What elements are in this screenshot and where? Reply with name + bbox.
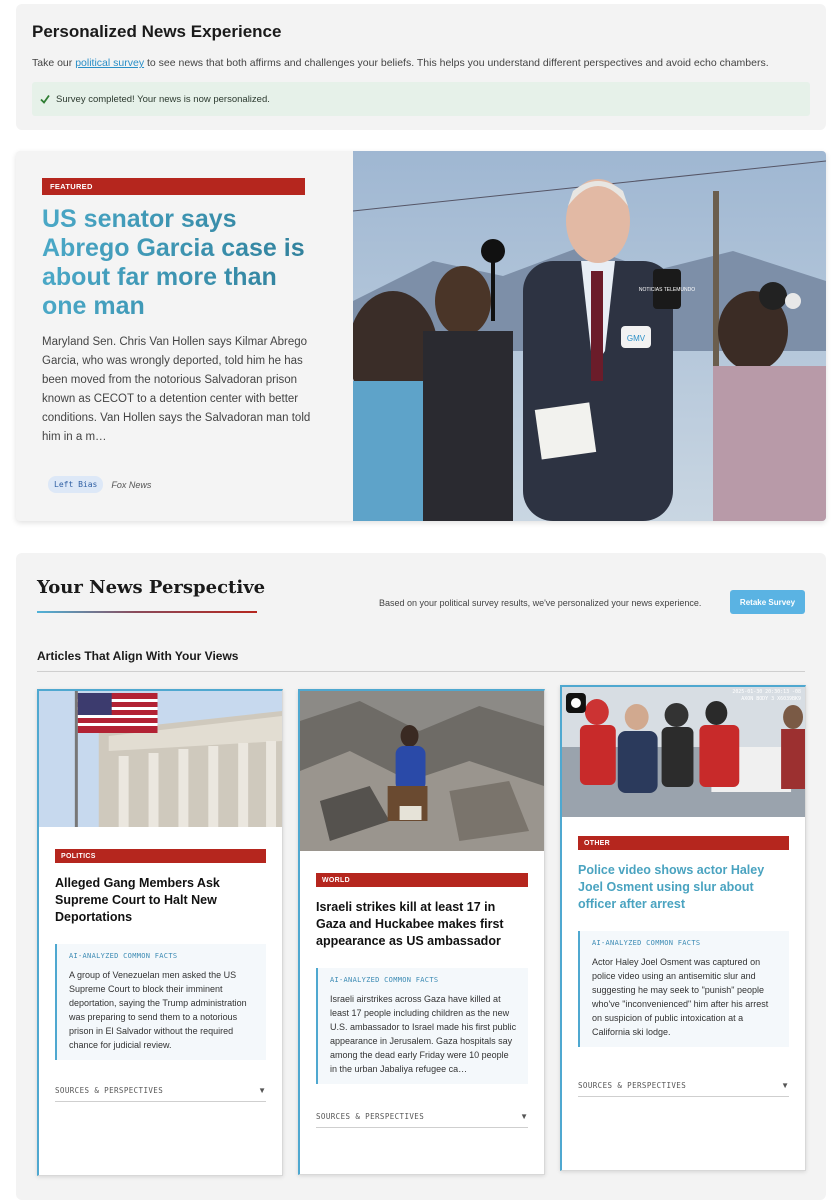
gmv-logo: GMV: [627, 334, 646, 343]
featured-photo: NOTICIAS TELEMUNDO GMV: [353, 151, 826, 521]
common-facts-box: AI-ANALYZED COMMON FACTS Actor Haley Joe…: [578, 931, 789, 1047]
featured-meta: Left Bias Fox News: [48, 476, 151, 493]
sources-toggle[interactable]: SOURCES & PERSPECTIVES ▼: [316, 1112, 528, 1128]
category-badge: OTHER: [578, 836, 789, 850]
sources-label: SOURCES & PERSPECTIVES: [578, 1081, 687, 1090]
facts-text: A group of Venezuelan men asked the US S…: [69, 970, 247, 1050]
survey-success-text: Survey completed! Your news is now perso…: [56, 93, 270, 105]
article-title[interactable]: Police video shows actor Haley Joel Osme…: [578, 862, 789, 913]
source-name: Fox News: [111, 479, 152, 490]
survey-success-banner: Survey completed! Your news is now perso…: [32, 82, 810, 116]
sources-toggle[interactable]: SOURCES & PERSPECTIVES ▼: [55, 1086, 266, 1102]
chevron-down-icon: ▼: [258, 1086, 266, 1095]
survey-desc-after: to see news that both affirms and challe…: [144, 57, 769, 69]
article-card-politics[interactable]: POLITICS Alleged Gang Members Ask Suprem…: [37, 689, 283, 1176]
featured-summary: Maryland Sen. Chris Van Hollen says Kilm…: [42, 336, 311, 443]
featured-article[interactable]: FEATURED US senator says Abrego Garcia c…: [16, 151, 826, 521]
sources-label: SOURCES & PERSPECTIVES: [55, 1086, 164, 1095]
retake-survey-button[interactable]: Retake Survey: [730, 590, 805, 614]
facts-text: Actor Haley Joel Osment was captured on …: [592, 957, 769, 1037]
supreme-court-photo: [39, 691, 282, 827]
featured-text-column: FEATURED US senator says Abrego Garcia c…: [16, 151, 353, 521]
perspective-note: Based on your political survey results, …: [379, 598, 702, 608]
article-card-other[interactable]: 2025-01-30 20:30:13 -08 AXON BODY 3 X603…: [560, 685, 806, 1171]
common-facts-box: AI-ANALYZED COMMON FACTS A group of Vene…: [55, 944, 266, 1060]
chevron-down-icon: ▼: [520, 1112, 528, 1121]
survey-description: Take our political survey to see news th…: [32, 56, 810, 70]
align-heading: Articles That Align With Your Views: [37, 649, 239, 663]
survey-desc-before: Take our: [32, 57, 76, 69]
category-badge: POLITICS: [55, 849, 266, 863]
bodycam-id: AXON BODY 3 X6039BK9: [741, 696, 801, 702]
political-survey-link[interactable]: political survey: [75, 57, 144, 69]
facts-label: AI-ANALYZED COMMON FACTS: [592, 939, 701, 947]
sources-toggle[interactable]: SOURCES & PERSPECTIVES ▼: [578, 1081, 789, 1097]
article-card-world[interactable]: WORLD Israeli strikes kill at least 17 i…: [298, 689, 545, 1175]
gaza-photo: [300, 691, 544, 851]
category-badge: WORLD: [316, 873, 528, 887]
check-icon: [40, 94, 50, 104]
title-underline: [37, 611, 257, 613]
survey-title: Personalized News Experience: [32, 22, 282, 41]
facts-label: AI-ANALYZED COMMON FACTS: [330, 976, 439, 984]
perspective-title: Your News Perspective: [37, 577, 266, 598]
divider: [37, 671, 805, 672]
sources-label: SOURCES & PERSPECTIVES: [316, 1112, 425, 1121]
featured-badge: FEATURED: [42, 178, 305, 195]
telemundo-logo: NOTICIAS TELEMUNDO: [639, 287, 695, 293]
featured-title[interactable]: US senator says Abrego Garcia case is ab…: [42, 205, 327, 321]
chevron-down-icon: ▼: [781, 1081, 789, 1090]
article-title[interactable]: Israeli strikes kill at least 17 in Gaza…: [316, 899, 528, 950]
facts-text: Israeli airstrikes across Gaza have kill…: [330, 994, 517, 1074]
bodycam-photo: 2025-01-30 20:30:13 -08 AXON BODY 3 X603…: [562, 687, 805, 817]
article-title[interactable]: Alleged Gang Members Ask Supreme Court t…: [55, 875, 266, 926]
facts-label: AI-ANALYZED COMMON FACTS: [69, 952, 178, 960]
bodycam-timestamp: 2025-01-30 20:30:13 -08: [732, 689, 801, 695]
survey-panel: Personalized News Experience Take our po…: [16, 4, 826, 130]
bias-badge: Left Bias: [48, 476, 104, 493]
common-facts-box: AI-ANALYZED COMMON FACTS Israeli airstri…: [316, 968, 528, 1084]
